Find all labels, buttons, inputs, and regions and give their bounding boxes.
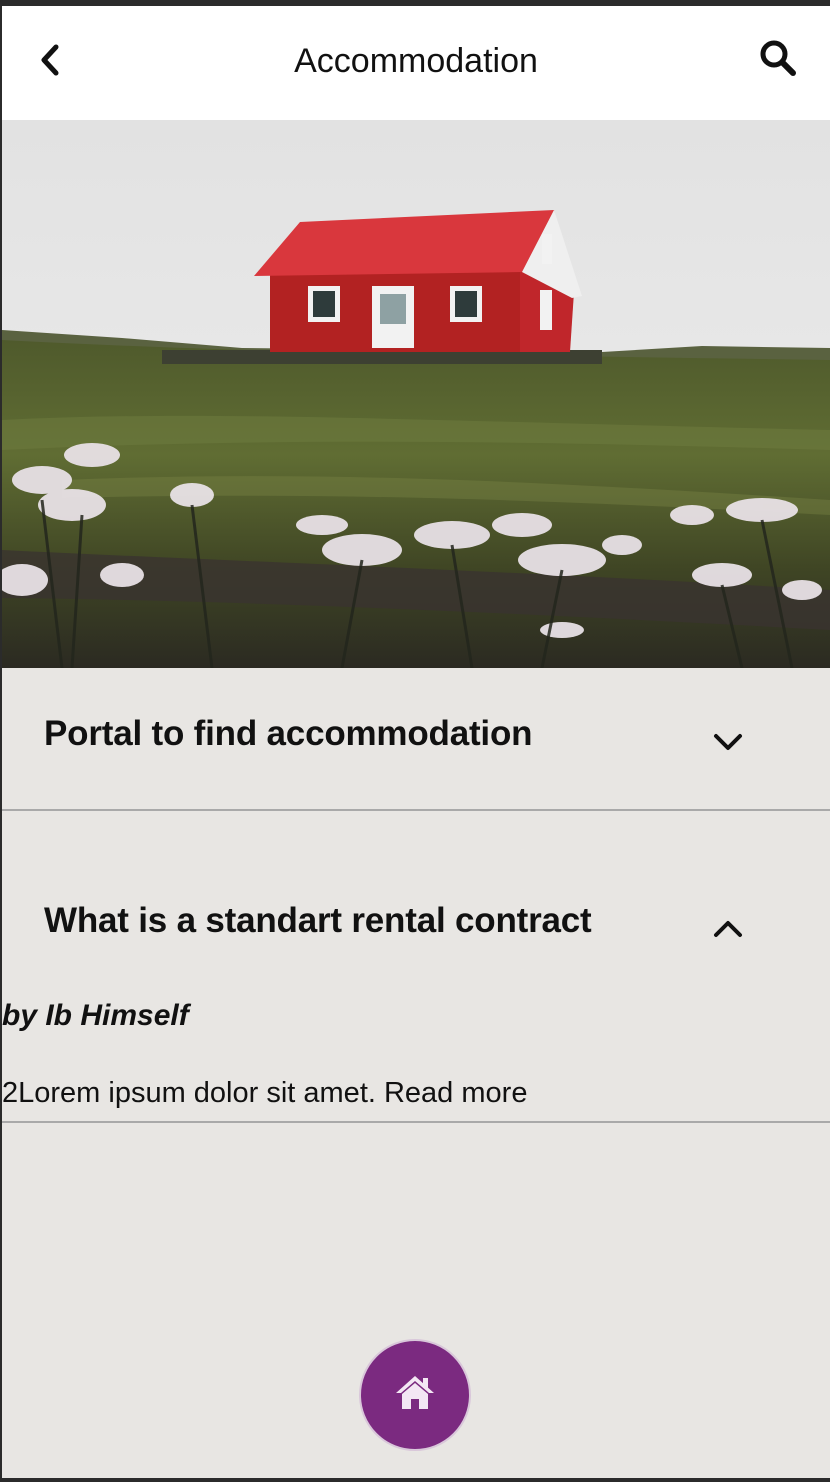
app-screen: Accommodation Portal to find accommodati… — [2, 6, 830, 1478]
home-icon — [394, 1374, 436, 1417]
accordion-title: Portal to find accommodation — [44, 714, 533, 753]
chevron-down-icon — [706, 720, 750, 764]
search-icon — [758, 38, 798, 83]
accordion-header-portal[interactable]: Portal to find accommodation — [2, 668, 830, 810]
chevron-up-icon — [706, 907, 750, 951]
accordion-item-portal: Portal to find accommodation — [2, 668, 830, 810]
accordion-title: What is a standart rental contract — [44, 901, 592, 940]
search-button[interactable] — [756, 38, 800, 82]
home-button[interactable] — [359, 1339, 471, 1451]
accordion-header-rental-contract[interactable]: What is a standart rental contract — [2, 811, 830, 961]
page-title: Accommodation — [294, 42, 538, 80]
divider — [2, 1121, 830, 1123]
hero-image — [2, 120, 830, 668]
article-author: by Ib Himself — [2, 999, 189, 1032]
top-app-bar: Accommodation — [2, 6, 830, 120]
accordion-item-rental-contract: What is a standart rental contract by Ib… — [2, 811, 830, 1121]
article-excerpt: 2Lorem ipsum dolor sit amet. Read more — [2, 1077, 528, 1109]
